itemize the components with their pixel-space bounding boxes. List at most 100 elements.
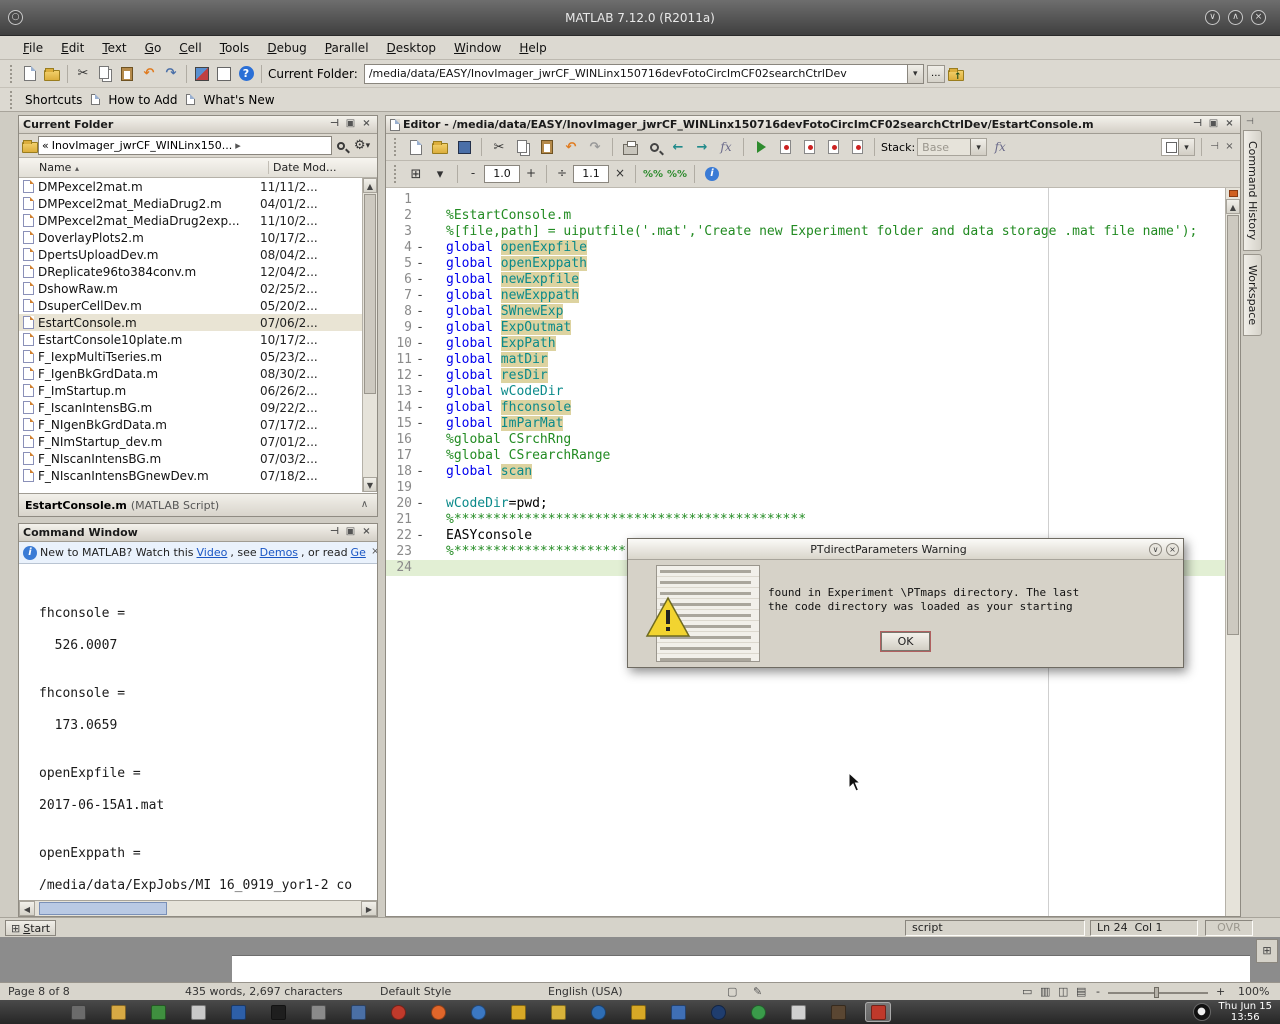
current-folder-combo[interactable]: /media/data/EASY/InovImager_jwrCF_WINLin…: [364, 64, 924, 84]
zoom-level[interactable]: 100%: [1238, 985, 1269, 998]
taskbar-screenshot-tool-icon[interactable]: [65, 1002, 91, 1022]
function-hint-icon[interactable]: fx: [715, 136, 737, 158]
menu-help[interactable]: Help: [510, 36, 555, 60]
selection-mode-icon[interactable]: ▢: [727, 985, 737, 998]
file-row[interactable]: DoverlayPlots2.m10/17/2...: [19, 229, 362, 246]
file-row[interactable]: DReplicate96to384conv.m12/04/2...: [19, 263, 362, 280]
set-breakpoint-icon[interactable]: [774, 136, 796, 158]
code-line-8[interactable]: global SWnewExp: [432, 304, 1225, 320]
code-line-16[interactable]: %global CSrchRng: [432, 432, 1225, 448]
multi-page-view-icon[interactable]: ▥: [1040, 985, 1050, 998]
shade-icon[interactable]: ∨: [1205, 10, 1220, 25]
taskbar-firefox-icon[interactable]: [425, 1002, 451, 1022]
save-icon[interactable]: [453, 136, 475, 158]
code-line-12[interactable]: global resDir: [432, 368, 1225, 384]
code-line-21[interactable]: %***************************************…: [432, 512, 1225, 528]
code-line-18[interactable]: global scan: [432, 464, 1225, 480]
taskbar-yellow-app-icon[interactable]: [505, 1002, 531, 1022]
zoom-out-button[interactable]: -: [1096, 985, 1100, 998]
breakpoint-column[interactable]: -: [412, 528, 428, 544]
file-row[interactable]: EstartConsole.m07/06/2...: [19, 314, 362, 331]
breadcrumb-expand-icon[interactable]: ▸: [235, 139, 241, 152]
code-line-3[interactable]: %[file,path] = uiputfile('.mat','Create …: [432, 224, 1225, 240]
breakpoint-column[interactable]: -: [412, 400, 428, 416]
new-file-icon[interactable]: [19, 63, 41, 85]
taskbar-gray-app-icon[interactable]: [305, 1002, 331, 1022]
scroll-up-icon[interactable]: ▲: [1226, 199, 1240, 214]
undo-icon[interactable]: ↶: [138, 63, 160, 85]
toolbar-grip[interactable]: [10, 65, 15, 83]
dialog-close-icon[interactable]: ×: [1166, 543, 1179, 556]
code-line-2[interactable]: %EstartConsole.m: [432, 208, 1225, 224]
breakpoint-column[interactable]: -: [412, 352, 428, 368]
breakpoint-column[interactable]: -: [412, 384, 428, 400]
menu-window[interactable]: Window: [445, 36, 510, 60]
file-row[interactable]: F_IgenBkGrdData.m08/30/2...: [19, 365, 362, 382]
book-view-icon[interactable]: ◫: [1058, 985, 1068, 998]
toolbar-grip[interactable]: [10, 91, 15, 109]
vertical-tab-command-history[interactable]: Command History: [1243, 130, 1262, 251]
paragraph-style[interactable]: Default Style: [380, 985, 451, 998]
help-icon[interactable]: ?: [235, 63, 257, 85]
up-one-level-icon[interactable]: [945, 63, 967, 85]
paste-icon[interactable]: [116, 63, 138, 85]
file-row[interactable]: F_NImStartup_dev.m07/01/2...: [19, 433, 362, 450]
menu-desktop[interactable]: Desktop: [378, 36, 446, 60]
code-line-17[interactable]: %global CSrearchRange: [432, 448, 1225, 464]
breakpoint-column[interactable]: [412, 224, 428, 240]
close-icon[interactable]: ×: [360, 526, 373, 539]
window-titlebar[interactable]: ○ MATLAB 7.12.0 (R2011a) ∨ ∧ ×: [0, 0, 1280, 36]
word-count[interactable]: 435 words, 2,697 characters: [185, 985, 343, 998]
file-row[interactable]: DsuperCellDev.m05/20/2...: [19, 297, 362, 314]
taskbar-blue-doc-app-icon[interactable]: [665, 1002, 691, 1022]
code-line-14[interactable]: global fhconsole: [432, 400, 1225, 416]
close-window-icon[interactable]: ×: [1251, 10, 1266, 25]
taskbar-green-app-icon[interactable]: [145, 1002, 171, 1022]
taskbar-terminal-icon[interactable]: [265, 1002, 291, 1022]
file-row[interactable]: F_IscanIntensBG.m09/22/2...: [19, 399, 362, 416]
browse-folder-button[interactable]: ...: [927, 65, 945, 83]
fx-browser-icon[interactable]: fx: [989, 136, 1011, 158]
cell-info-icon[interactable]: i: [701, 163, 723, 185]
close-icon[interactable]: ×: [1223, 118, 1236, 131]
increment-value-field[interactable]: 1.0: [484, 165, 520, 183]
file-list-scrollbar[interactable]: ▲ ▼: [362, 178, 377, 492]
breakpoint-column[interactable]: [412, 512, 428, 528]
breakpoint-column[interactable]: -: [412, 320, 428, 336]
clear-breakpoints-icon[interactable]: [798, 136, 820, 158]
code-line-4[interactable]: global openExpfile: [432, 240, 1225, 256]
scrollbar-thumb[interactable]: [1227, 215, 1239, 635]
find-icon[interactable]: [643, 136, 665, 158]
undo-icon[interactable]: ↶: [560, 136, 582, 158]
file-row[interactable]: DMPexcel2mat_MediaDrug2exp...11/10/2...: [19, 212, 362, 229]
ok-button[interactable]: OK: [881, 632, 930, 651]
code-line-20[interactable]: wCodeDir=pwd;: [432, 496, 1225, 512]
breakpoint-column[interactable]: -: [412, 416, 428, 432]
menu-tools[interactable]: Tools: [211, 36, 259, 60]
edit-mode-icon[interactable]: ✎: [753, 985, 762, 998]
breakpoint-column[interactable]: -: [412, 336, 428, 352]
increment-button[interactable]: +: [522, 165, 540, 183]
forward-icon[interactable]: →: [691, 136, 713, 158]
code-line-19[interactable]: [432, 480, 1225, 496]
breakpoint-column[interactable]: -: [412, 240, 428, 256]
breakpoint-column[interactable]: [412, 560, 428, 576]
code-line-15[interactable]: global ImParMat: [432, 416, 1225, 432]
decrement-button[interactable]: -: [464, 165, 482, 183]
page-count[interactable]: Page 8 of 8: [8, 985, 70, 998]
divide-button[interactable]: ÷: [553, 165, 571, 183]
copy-icon[interactable]: [94, 63, 116, 85]
breakpoint-column[interactable]: -: [412, 256, 428, 272]
stack-combo[interactable]: Base ▾: [917, 138, 987, 156]
taskbar-matlab-icon[interactable]: [865, 1002, 891, 1022]
code-line-11[interactable]: global matDir: [432, 352, 1225, 368]
vertical-tab-workspace[interactable]: Workspace: [1243, 254, 1262, 336]
file-row[interactable]: EstartConsole10plate.m10/17/2...: [19, 331, 362, 348]
taskbar-light-app-icon[interactable]: [785, 1002, 811, 1022]
getting-started-link[interactable]: Ge: [351, 546, 366, 559]
breakpoint-column[interactable]: -: [412, 464, 428, 480]
multiply-value-field[interactable]: 1.1: [573, 165, 609, 183]
undock-editor-icon[interactable]: ⊣: [1208, 141, 1221, 154]
guide-icon[interactable]: [213, 63, 235, 85]
file-row[interactable]: F_ImStartup.m06/26/2...: [19, 382, 362, 399]
